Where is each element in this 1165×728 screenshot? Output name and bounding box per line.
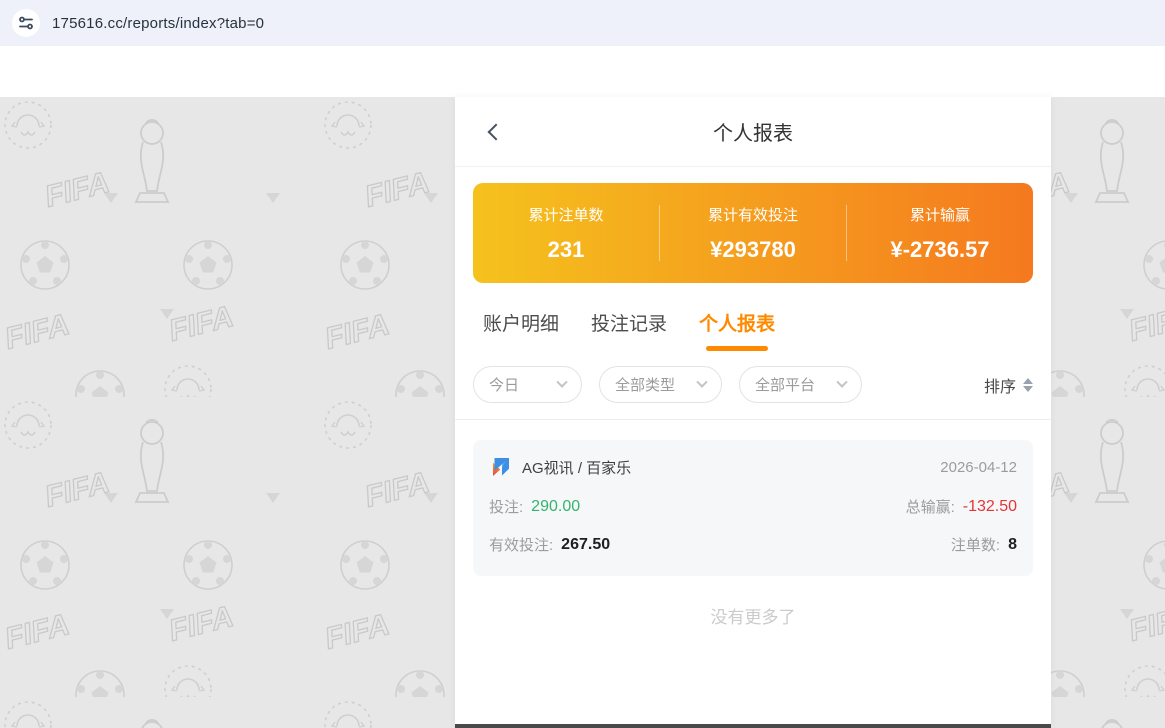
stat-value: 231	[547, 236, 585, 262]
report-row-card[interactable]: AG视讯 / 百家乐 2026-04-12 投注: 290.00 总输赢: -1…	[473, 440, 1033, 576]
stat-label: 累计注单数	[528, 206, 604, 224]
back-button[interactable]	[481, 117, 511, 147]
summary-card: 累计注单数 231 累计有效投注 ¥293780 累计输赢 ¥-2736.57	[473, 183, 1033, 283]
tab-bar: 账户明细 投注记录 个人报表	[455, 283, 1051, 351]
stat-label: 累计输赢	[909, 206, 970, 224]
sort-button[interactable]: 排序	[984, 373, 1033, 397]
bet-value: 290.00	[531, 497, 581, 515]
bet-count-value: 8	[1008, 535, 1017, 553]
site-settings-icon[interactable]	[12, 9, 40, 37]
tab-bet-records[interactable]: 投注记录	[591, 309, 667, 351]
report-panel: 个人报表 累计注单数 231 累计有效投注 ¥293780 累计输赢 ¥-273…	[455, 97, 1051, 728]
report-card-bet-row: 投注: 290.00 总输赢: -132.50	[489, 496, 1017, 517]
tune-icon	[19, 16, 33, 30]
chevron-down-icon	[836, 376, 848, 388]
browser-address-bar[interactable]: 175616.cc/reports/index?tab=0	[0, 0, 1165, 46]
dropdown-label: 全部类型	[615, 377, 676, 394]
page-top-whitespace	[0, 46, 1165, 97]
report-date: 2026-04-12	[940, 458, 1017, 476]
panel-header: 个人报表	[455, 97, 1051, 167]
ag-logo-icon	[493, 458, 509, 476]
chevron-down-icon	[556, 376, 568, 388]
stat-win-loss: 累计输赢 ¥-2736.57	[847, 204, 1033, 263]
stat-valid-bets: 累计有效投注 ¥293780	[660, 204, 846, 263]
filter-bar: 今日 全部类型 全部平台 排序	[455, 351, 1051, 420]
sort-label: 排序	[983, 378, 1016, 396]
bottom-edge-bar	[455, 724, 1051, 728]
chevron-left-icon	[487, 123, 505, 140]
win-loss-label: 总输赢:	[905, 499, 955, 516]
win-loss-value: -132.50	[962, 497, 1017, 515]
sort-arrows-icon	[1023, 377, 1033, 392]
bet-count-label: 注单数:	[950, 537, 1001, 554]
active-tab-underline	[706, 346, 769, 351]
url-text[interactable]: 175616.cc/reports/index?tab=0	[52, 15, 264, 32]
page-title: 个人报表	[713, 123, 793, 145]
date-filter-dropdown[interactable]: 今日	[473, 366, 582, 403]
no-more-text: 没有更多了	[710, 608, 796, 627]
platform-filter-dropdown[interactable]: 全部平台	[739, 366, 862, 403]
provider-name: AG视讯 / 百家乐	[522, 459, 632, 477]
dropdown-label: 全部平台	[755, 377, 816, 394]
tab-account-details[interactable]: 账户明细	[483, 309, 559, 351]
valid-bet-label: 有效投注:	[489, 537, 554, 554]
stat-value: ¥293780	[710, 236, 796, 262]
bet-label: 投注:	[489, 499, 524, 516]
stat-label: 累计有效投注	[707, 206, 798, 224]
tab-personal-report[interactable]: 个人报表	[699, 309, 775, 351]
chevron-down-icon	[696, 376, 708, 388]
stat-value: ¥-2736.57	[890, 236, 990, 262]
report-card-valid-row: 有效投注: 267.50 注单数: 8	[489, 534, 1017, 555]
report-card-header-row: AG视讯 / 百家乐 2026-04-12	[489, 455, 1017, 479]
valid-bet-value: 267.50	[561, 535, 611, 553]
tab-label: 个人报表	[699, 314, 776, 335]
type-filter-dropdown[interactable]: 全部类型	[599, 366, 722, 403]
page-background: FIFA 个人报表	[0, 97, 1165, 728]
stat-total-bets: 累计注单数 231	[473, 204, 659, 263]
dropdown-label: 今日	[489, 377, 520, 394]
